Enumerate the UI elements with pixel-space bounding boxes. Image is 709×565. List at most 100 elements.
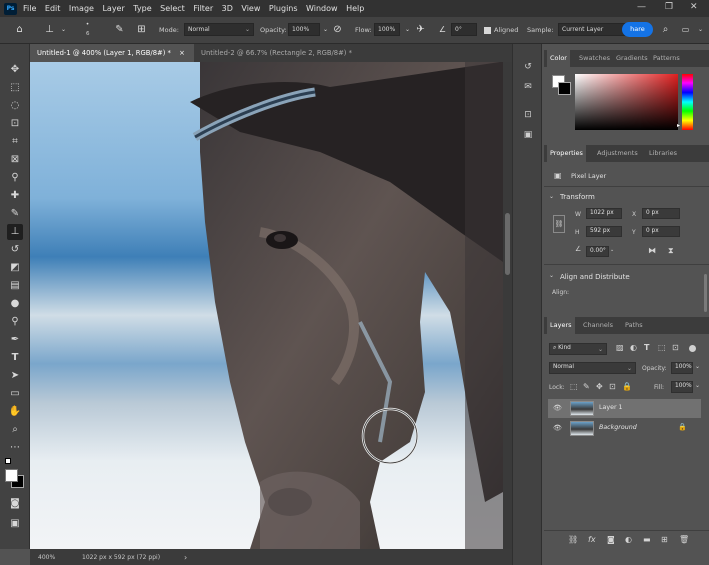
lock-artboard-icon[interactable]: ⊡	[609, 382, 616, 391]
tab-layers[interactable]: Layers	[547, 317, 575, 334]
layer-style-icon[interactable]: fx	[588, 535, 596, 544]
tab-swatches[interactable]: Swatches	[576, 50, 613, 67]
rectangle-tool-icon[interactable]: ▭	[7, 386, 23, 402]
visibility-eye-icon[interactable]: 👁	[553, 424, 562, 432]
align-chevron-down-icon[interactable]: ⌄	[549, 272, 554, 279]
brush-tool-icon[interactable]: ✎	[7, 206, 23, 222]
history-brush-tool-icon[interactable]: ↺	[7, 242, 23, 258]
actions-icon[interactable]: ▣	[521, 128, 535, 142]
menu-image[interactable]: Image	[69, 4, 94, 13]
menu-type[interactable]: Type	[133, 4, 151, 13]
tab-patterns[interactable]: Patterns	[650, 50, 683, 67]
delete-layer-icon[interactable]: 🗑	[679, 535, 689, 544]
pressure-opacity-icon[interactable]: ⊘	[330, 22, 345, 37]
menu-help[interactable]: Help	[346, 4, 364, 13]
document-canvas[interactable]	[30, 62, 503, 549]
home-icon[interactable]: ⌂	[12, 22, 27, 37]
height-input[interactable]: 592 px	[586, 226, 622, 237]
color-field[interactable]	[575, 74, 678, 130]
fill-chevron-icon[interactable]: ⌄	[695, 382, 700, 389]
restore-button[interactable]: ❐	[665, 2, 673, 12]
frame-tool-icon[interactable]: ⊠	[7, 152, 23, 168]
filter-pixel-icon[interactable]: ▨	[616, 343, 624, 352]
tab-paths[interactable]: Paths	[622, 317, 646, 334]
move-tool-icon[interactable]: ✥	[7, 62, 23, 78]
tab-channels[interactable]: Channels	[580, 317, 616, 334]
canvas-vertical-scrollbar[interactable]	[503, 62, 512, 549]
menu-select[interactable]: Select	[160, 4, 185, 13]
zoom-tool-icon[interactable]: ⌕	[7, 422, 23, 438]
menu-filter[interactable]: Filter	[193, 4, 213, 13]
color-panel-background-swatch[interactable]	[558, 82, 571, 95]
clone-stamp-tool-icon[interactable]: ⊥	[7, 224, 23, 240]
default-colors-icon[interactable]	[5, 458, 11, 464]
flip-horizontal-icon[interactable]: ⧓	[648, 246, 656, 255]
new-group-icon[interactable]: ▬	[643, 535, 651, 544]
preset-dropdown-chevron-icon[interactable]: ⌄	[56, 22, 71, 37]
lock-position-icon[interactable]: ✥	[596, 382, 603, 391]
menu-file[interactable]: File	[23, 4, 36, 13]
foreground-color-swatch[interactable]	[5, 469, 18, 482]
eraser-tool-icon[interactable]: ◩	[7, 260, 23, 276]
add-mask-icon[interactable]: ◙	[607, 535, 615, 544]
comments-icon[interactable]: ✉	[521, 80, 535, 94]
gradient-tool-icon[interactable]: ▤	[7, 278, 23, 294]
angle-chevron-icon[interactable]: ⌄	[610, 247, 614, 253]
brush-settings-icon[interactable]: ✎	[112, 22, 127, 37]
link-dimensions-icon[interactable]: ⛓	[553, 215, 565, 233]
history-icon[interactable]: ↺	[521, 60, 535, 74]
layer-row-background[interactable]: 👁 Background 🔒	[548, 419, 701, 438]
filter-toggle-icon[interactable]	[689, 345, 696, 352]
airbrush-icon[interactable]: ✈	[413, 22, 428, 37]
screen-mode-icon[interactable]: ▣	[7, 516, 23, 532]
filter-adjustment-icon[interactable]: ◐	[630, 343, 637, 352]
mode-select[interactable]: Normal ⌄	[184, 23, 254, 36]
tab-color[interactable]: Color	[547, 50, 570, 67]
menu-window[interactable]: Window	[306, 4, 338, 13]
tab-adjustments[interactable]: Adjustments	[594, 145, 641, 162]
new-layer-icon[interactable]: ⊞	[661, 535, 668, 544]
filter-type-icon[interactable]: T	[644, 343, 649, 352]
tab-untitled-1[interactable]: Untitled-1 @ 400% (Layer 1, RGB/8#) * ×	[30, 44, 194, 62]
blur-tool-icon[interactable]: ●	[7, 296, 23, 312]
share-button[interactable]: hare	[622, 22, 653, 37]
angle-input[interactable]: 0°	[451, 23, 477, 36]
path-selection-tool-icon[interactable]: ➤	[7, 368, 23, 384]
flow-input[interactable]: 100%	[374, 23, 400, 36]
lock-image-icon[interactable]: ✎	[583, 382, 590, 391]
tab-properties[interactable]: Properties	[547, 145, 586, 162]
menu-view[interactable]: View	[241, 4, 260, 13]
opacity-chevron-icon[interactable]: ⌄	[695, 363, 700, 370]
healing-brush-tool-icon[interactable]: ✚	[7, 188, 23, 204]
width-input[interactable]: 1022 px	[586, 208, 622, 219]
marquee-tool-icon[interactable]: ⬚	[7, 80, 23, 96]
tab-libraries[interactable]: Libraries	[646, 145, 680, 162]
clone-source-icon[interactable]: ⊞	[134, 22, 149, 37]
angle-input[interactable]: 0.00°	[586, 246, 609, 257]
edit-toolbar-icon[interactable]: ⋯	[7, 440, 23, 456]
object-selection-tool-icon[interactable]: ⊡	[7, 116, 23, 132]
menu-layer[interactable]: Layer	[102, 4, 124, 13]
new-adjustment-layer-icon[interactable]: ◐	[625, 535, 632, 544]
minimize-button[interactable]: —	[637, 2, 646, 12]
status-expand-arrow-icon[interactable]: ›	[184, 553, 187, 562]
menu-edit[interactable]: Edit	[45, 4, 61, 13]
dodge-tool-icon[interactable]: ⚲	[7, 314, 23, 330]
crop-tool-icon[interactable]: ⌗	[7, 134, 23, 150]
search-icon[interactable]: ⌕	[658, 22, 673, 37]
x-input[interactable]: 0 px	[642, 208, 680, 219]
blend-mode-select[interactable]: Normal ⌄	[549, 362, 636, 374]
eyedropper-tool-icon[interactable]: ⚲	[7, 170, 23, 186]
opacity-input[interactable]: 100%	[288, 23, 320, 36]
close-tab-icon[interactable]: ×	[179, 49, 185, 57]
properties-scrollbar[interactable]	[704, 274, 707, 312]
fill-input[interactable]: 100%	[671, 381, 693, 393]
brushes-panel-icon[interactable]: ⊡	[521, 108, 535, 122]
canvas-scroll-thumb[interactable]	[505, 213, 510, 275]
menu-3d[interactable]: 3D	[222, 4, 233, 13]
zoom-level[interactable]: 400%	[38, 554, 55, 561]
link-layers-icon[interactable]: ⛓	[568, 535, 578, 544]
visibility-eye-icon[interactable]: 👁	[553, 404, 562, 412]
layer-opacity-input[interactable]: 100%	[671, 362, 693, 374]
workspace-icon[interactable]: ▭	[678, 22, 693, 37]
